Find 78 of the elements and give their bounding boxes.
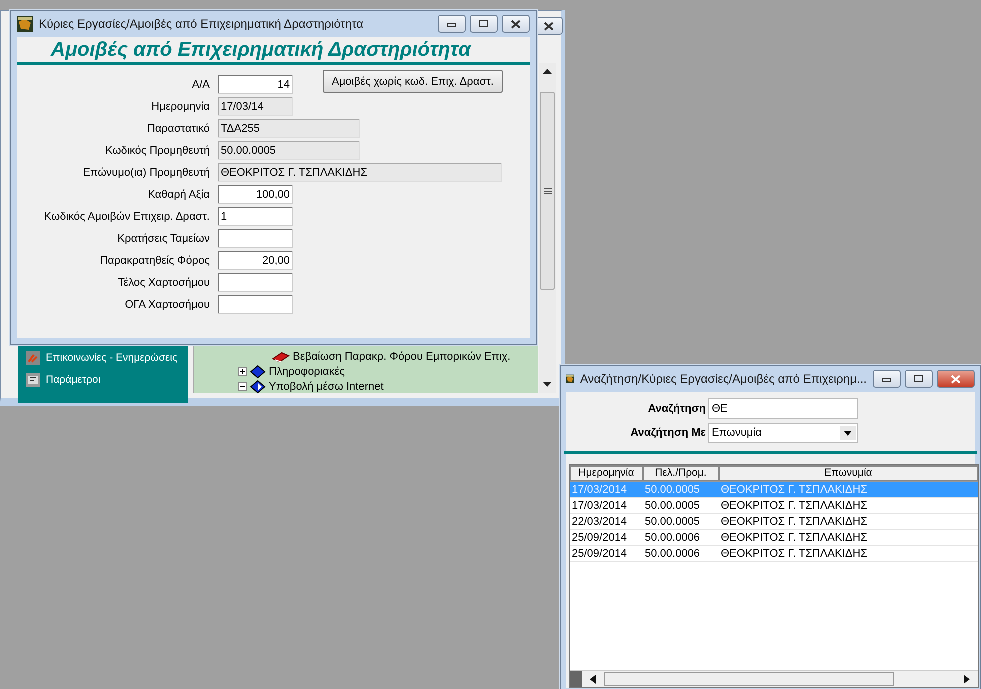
minimize-button[interactable] bbox=[438, 15, 466, 33]
scroll-up-icon[interactable] bbox=[543, 69, 552, 74]
scrollbar[interactable] bbox=[539, 63, 556, 393]
input-field[interactable] bbox=[218, 229, 293, 248]
display-field[interactable]: ΘΕΟΚΡΙΤΟΣ Γ. ΤΣΠΛΑΚΙΔΗΣ bbox=[218, 163, 502, 182]
field-label: Κωδικός Προμηθευτή bbox=[104, 144, 210, 156]
field-label: Κρατήσεις Ταμείων bbox=[116, 232, 210, 244]
scroll-thumb[interactable] bbox=[604, 672, 894, 686]
maximize-button[interactable] bbox=[470, 15, 498, 33]
maximize-icon bbox=[914, 375, 924, 383]
search-by-label: Αναζήτηση Με bbox=[630, 427, 706, 439]
close-icon bbox=[543, 22, 555, 30]
field-label: Α/Α bbox=[191, 78, 210, 90]
scroll-down-icon[interactable] bbox=[543, 382, 552, 387]
table-cell-text: ΘΕΟΚΡΙΤΟΣ Γ. ΤΣΠΛΑΚΙΔΗΣ bbox=[720, 516, 869, 528]
field-label: Ημερομηνία bbox=[150, 100, 210, 112]
table-cell-text: 50.00.0006 bbox=[644, 532, 702, 544]
display-field[interactable]: ΤΔΑ255 bbox=[218, 119, 360, 138]
close-icon bbox=[510, 20, 522, 28]
scroll-left-icon[interactable] bbox=[590, 674, 596, 684]
table-cell-text: ΘΕΟΚΡΙΤΟΣ Γ. ΤΣΠΛΑΚΙΔΗΣ bbox=[720, 484, 869, 496]
collapse-icon[interactable] bbox=[238, 382, 247, 391]
window-title: Κύριες Εργασίες/Αμοιβές από Επιχειρηματική Δραστηριότητα bbox=[39, 17, 364, 31]
table-cell-text: 50.00.0006 bbox=[644, 548, 702, 560]
tree-item[interactable]: Υποβολή μέσω Internet bbox=[194, 379, 538, 394]
expand-icon[interactable] bbox=[238, 367, 247, 376]
table-cell-text: 50.00.0005 bbox=[644, 500, 702, 512]
tools-icon bbox=[26, 351, 40, 365]
settings-icon bbox=[26, 373, 40, 387]
tree-item[interactable]: Βεβαίωση Παρακρ. Φόρου Εμπορικών Επιχ. bbox=[194, 349, 538, 364]
table-cell-text: ΘΕΟΚΡΙΤΟΣ Γ. ΤΣΠΛΑΚΙΔΗΣ bbox=[720, 532, 869, 544]
table-cell-text: 50.00.0005 bbox=[644, 516, 702, 528]
table-row[interactable]: 17/03/2014 50.00.0005 ΘΕΟΚΡΙΤΟΣ Γ. ΤΣΠΛΑΚΙΔΗΣ bbox=[570, 498, 978, 514]
search-label: Αναζήτηση bbox=[647, 402, 706, 414]
input-field[interactable]: 14 bbox=[218, 75, 293, 94]
search-field[interactable]: ΘΕ bbox=[708, 398, 858, 419]
maximize-button[interactable] bbox=[905, 370, 933, 388]
table-cell-text: ΘΕΟΚΡΙΤΟΣ Γ. ΤΣΠΛΑΚΙΔΗΣ bbox=[720, 548, 869, 560]
no-code-fees-button[interactable]: Αμοιβές χωρίς κωδ. Επιχ. Δραστ. bbox=[323, 70, 503, 94]
sidebar-item[interactable]: Επικοινωνίες - Ενημερώσεις bbox=[26, 351, 188, 365]
table-row[interactable]: 25/09/2014 50.00.0006 ΘΕΟΚΡΙΤΟΣ Γ. ΤΣΠΛΑΚΙΔΗΣ bbox=[570, 530, 978, 546]
sidebar-item[interactable]: Παράμετροι bbox=[26, 373, 188, 387]
table-row[interactable]: 22/03/2014 50.00.0005 ΘΕΟΚΡΙΤΟΣ Γ. ΤΣΠΛΑΚΙΔΗΣ bbox=[570, 514, 978, 530]
display-field[interactable]: 50.00.0005 bbox=[218, 141, 360, 160]
scroll-right-icon[interactable] bbox=[964, 674, 970, 684]
window-title: Αναζήτηση/Κύριες Εργασίες/Αμοιβές από Επιχειρημ... bbox=[580, 372, 867, 386]
input-field[interactable]: 1 bbox=[218, 207, 293, 226]
scroll-thumb[interactable] bbox=[540, 92, 555, 290]
table-cell-text: ΘΕΟΚΡΙΤΟΣ Γ. ΤΣΠΛΑΚΙΔΗΣ bbox=[720, 500, 869, 512]
table-cell-text: 17/03/2014 bbox=[571, 500, 628, 512]
input-field[interactable] bbox=[218, 295, 293, 314]
tree-item[interactable]: Πληροφοριακές bbox=[194, 364, 538, 379]
field-label: Παραστατικό bbox=[146, 122, 210, 134]
close-icon bbox=[950, 374, 962, 384]
horizontal-scrollbar[interactable] bbox=[570, 670, 978, 687]
table-cell-text: 25/09/2014 bbox=[571, 548, 628, 560]
field-label: Επώνυμο(ια) Προμηθευτή bbox=[82, 166, 210, 178]
close-button[interactable] bbox=[502, 15, 530, 33]
field-label: ΟΓΑ Χαρτοσήμου bbox=[124, 298, 210, 310]
field-label: Παρακρατηθείς Φόρος bbox=[99, 254, 210, 266]
display-field[interactable]: 17/03/14 bbox=[218, 97, 293, 116]
form-heading: Αμοιβές από Επιχειρηματική Δραστηριότητα bbox=[17, 37, 530, 65]
input-field[interactable]: 100,00 bbox=[218, 185, 293, 204]
input-field[interactable]: 20,00 bbox=[218, 251, 293, 270]
table-row[interactable]: 25/09/2014 50.00.0006 ΘΕΟΚΡΙΤΟΣ Γ. ΤΣΠΛΑΚΙΔΗΣ bbox=[570, 546, 978, 562]
table-cell-text: 17/03/2014 bbox=[571, 484, 628, 496]
field-label: Κωδικός Αμοιβών Επιχειρ. Δραστ. bbox=[43, 210, 210, 222]
search-by-dropdown[interactable]: Επωνυμία bbox=[708, 423, 858, 443]
minimize-button[interactable] bbox=[873, 370, 901, 388]
table-cell-text: 25/09/2014 bbox=[571, 532, 628, 544]
maximize-icon bbox=[479, 20, 489, 28]
table-cell-text: 50.00.0005 bbox=[644, 484, 702, 496]
table-cell-text: 22/03/2014 bbox=[571, 516, 628, 528]
field-label: Τέλος Χαρτοσήμου bbox=[117, 276, 210, 288]
app-icon bbox=[17, 16, 33, 32]
scroll-corner bbox=[570, 671, 582, 687]
input-field[interactable] bbox=[218, 273, 293, 292]
field-label: Καθαρή Αξία bbox=[147, 188, 210, 200]
